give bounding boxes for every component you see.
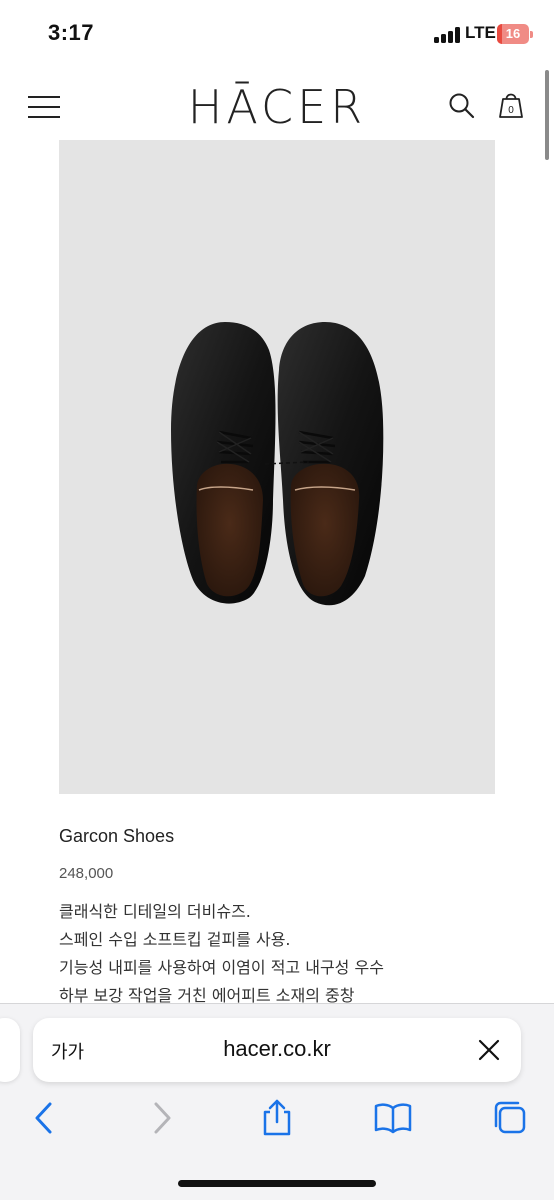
back-icon[interactable] — [24, 1098, 64, 1138]
network-type: LTE — [465, 23, 496, 42]
home-indicator[interactable] — [178, 1180, 376, 1187]
cart-count: 0 — [508, 105, 514, 116]
previous-tab-peek[interactable] — [0, 1018, 20, 1082]
bookmarks-icon[interactable] — [373, 1098, 413, 1138]
url-text[interactable]: hacer.co.kr — [33, 1036, 521, 1062]
share-icon[interactable] — [257, 1098, 297, 1138]
close-icon[interactable] — [477, 1038, 501, 1062]
battery-icon: 16 — [497, 24, 533, 44]
address-bar[interactable]: 가가 hacer.co.kr — [33, 1018, 521, 1082]
product-image[interactable] — [59, 140, 495, 794]
signal-strength-icon — [434, 27, 462, 43]
product-description: 클래식한 디테일의 더비슈즈. 스페인 수입 소프트킵 겉피를 사용. 기능성 … — [59, 898, 499, 1010]
search-icon[interactable] — [448, 92, 476, 120]
status-bar: 3:17 LTE 16 — [0, 0, 554, 68]
forward-icon[interactable] — [142, 1098, 182, 1138]
product-name: Garcon Shoes — [59, 826, 175, 846]
menu-icon[interactable] — [28, 96, 60, 120]
tabs-icon[interactable] — [490, 1098, 530, 1138]
status-time: 3:17 — [48, 20, 95, 45]
product-price: 248,000 — [59, 865, 114, 882]
description-line: 클래식한 디테일의 더비슈즈. — [59, 902, 251, 921]
right-shoe — [264, 322, 384, 606]
shoes-photo — [171, 322, 384, 606]
description-line: 스페인 수입 소프트킵 겉피를 사용. — [59, 930, 291, 949]
description-line: 기능성 내피를 사용하여 이염이 적고 내구성 우수 — [59, 958, 384, 977]
battery-level: 16 — [505, 26, 521, 41]
shopping-bag-icon[interactable]: 0 — [495, 88, 527, 120]
brand-logo[interactable]: HĀCER — [170, 76, 384, 138]
left-shoe — [171, 322, 276, 604]
site-header: HĀCER 0 — [0, 68, 554, 140]
scroll-indicator[interactable] — [545, 70, 549, 160]
